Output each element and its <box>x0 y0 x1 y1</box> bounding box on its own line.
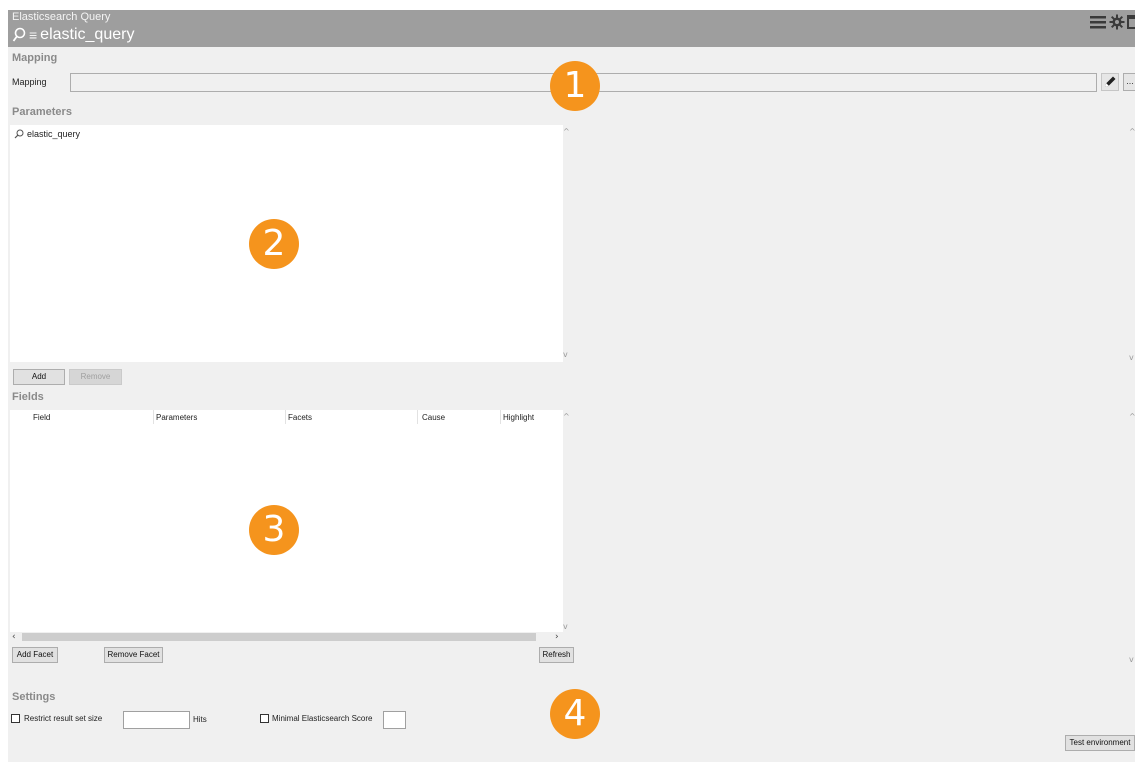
min-score-input[interactable] <box>383 711 406 729</box>
pencil-icon <box>1105 76 1116 87</box>
column-separator[interactable] <box>500 410 501 424</box>
add-facet-button[interactable]: Add Facet <box>12 647 58 663</box>
mapping-label: Mapping <box>12 77 47 87</box>
right-scroll-up-icon[interactable]: ^ <box>1129 127 1135 136</box>
window-icon[interactable] <box>1127 14 1135 30</box>
column-separator[interactable] <box>285 410 286 424</box>
list-item-label: elastic_query <box>27 129 81 139</box>
remove-facet-button[interactable]: Remove Facet <box>104 647 163 663</box>
query-editor-window: Elasticsearch Query ≡ elastic_query Mapp… <box>8 10 1135 762</box>
fields-scroll-up-icon[interactable]: ^ <box>563 412 570 421</box>
hamburger-icon[interactable] <box>1089 14 1107 30</box>
right-scroll-down-icon[interactable]: v <box>1129 353 1134 362</box>
refresh-button[interactable]: Refresh <box>539 647 574 663</box>
search-icon <box>14 129 24 139</box>
right-fields-scroll-down-icon[interactable]: v <box>1129 655 1134 664</box>
right-fields-scroll-up-icon[interactable]: ^ <box>1129 412 1135 421</box>
remove-parameter-button[interactable]: Remove <box>69 369 122 385</box>
edit-mapping-button[interactable] <box>1101 73 1119 91</box>
list-item[interactable]: elastic_query <box>14 129 80 139</box>
restrict-result-label: Restrict result set size <box>24 714 103 723</box>
hits-input[interactable] <box>123 711 190 729</box>
callout-marker: 3 <box>249 505 299 555</box>
column-header-facets[interactable]: Facets <box>288 413 312 422</box>
hits-label: Hits <box>193 715 207 724</box>
menu-icon: ≡ <box>29 27 38 43</box>
min-score-checkbox[interactable] <box>260 714 269 723</box>
add-parameter-button[interactable]: Add <box>13 369 65 385</box>
gear-icon[interactable] <box>1109 14 1125 30</box>
restrict-result-checkbox[interactable] <box>11 714 20 723</box>
column-header-highlight[interactable]: Highlight <box>503 413 534 422</box>
settings-heading: Settings <box>12 691 56 703</box>
callout-marker: 4 <box>550 689 600 739</box>
scrollbar-thumb[interactable] <box>22 633 536 641</box>
parameters-heading: Parameters <box>12 106 72 118</box>
callout-marker: 2 <box>249 219 299 269</box>
scroll-left-icon[interactable]: ‹ <box>12 632 16 642</box>
params-scroll-up-icon[interactable]: ^ <box>563 127 570 136</box>
column-separator[interactable] <box>153 410 154 424</box>
column-header-cause[interactable]: Cause <box>422 413 445 422</box>
search-icon <box>12 27 26 42</box>
fields-scroll-down-icon[interactable]: v <box>563 622 568 631</box>
min-score-label: Minimal Elasticsearch Score <box>272 714 373 723</box>
browse-mapping-button[interactable]: ... <box>1123 73 1135 91</box>
app-name: Elasticsearch Query <box>12 11 111 23</box>
fields-heading: Fields <box>12 391 44 403</box>
column-separator[interactable] <box>417 410 418 424</box>
scroll-right-icon[interactable]: › <box>555 632 559 642</box>
callout-marker: 1 <box>550 61 600 111</box>
test-environment-button[interactable]: Test environment <box>1065 735 1135 751</box>
title-toolbar <box>1089 14 1135 30</box>
column-header-field[interactable]: Field <box>33 413 50 422</box>
column-header-parameters[interactable]: Parameters <box>156 413 197 422</box>
mapping-heading: Mapping <box>12 52 58 64</box>
page-title: elastic_query <box>40 26 135 43</box>
params-scroll-down-icon[interactable]: v <box>563 350 568 359</box>
horizontal-scrollbar[interactable]: ‹ › <box>10 632 563 642</box>
title-row: ≡ elastic_query <box>12 25 134 45</box>
title-bar: Elasticsearch Query ≡ elastic_query <box>8 10 1135 47</box>
